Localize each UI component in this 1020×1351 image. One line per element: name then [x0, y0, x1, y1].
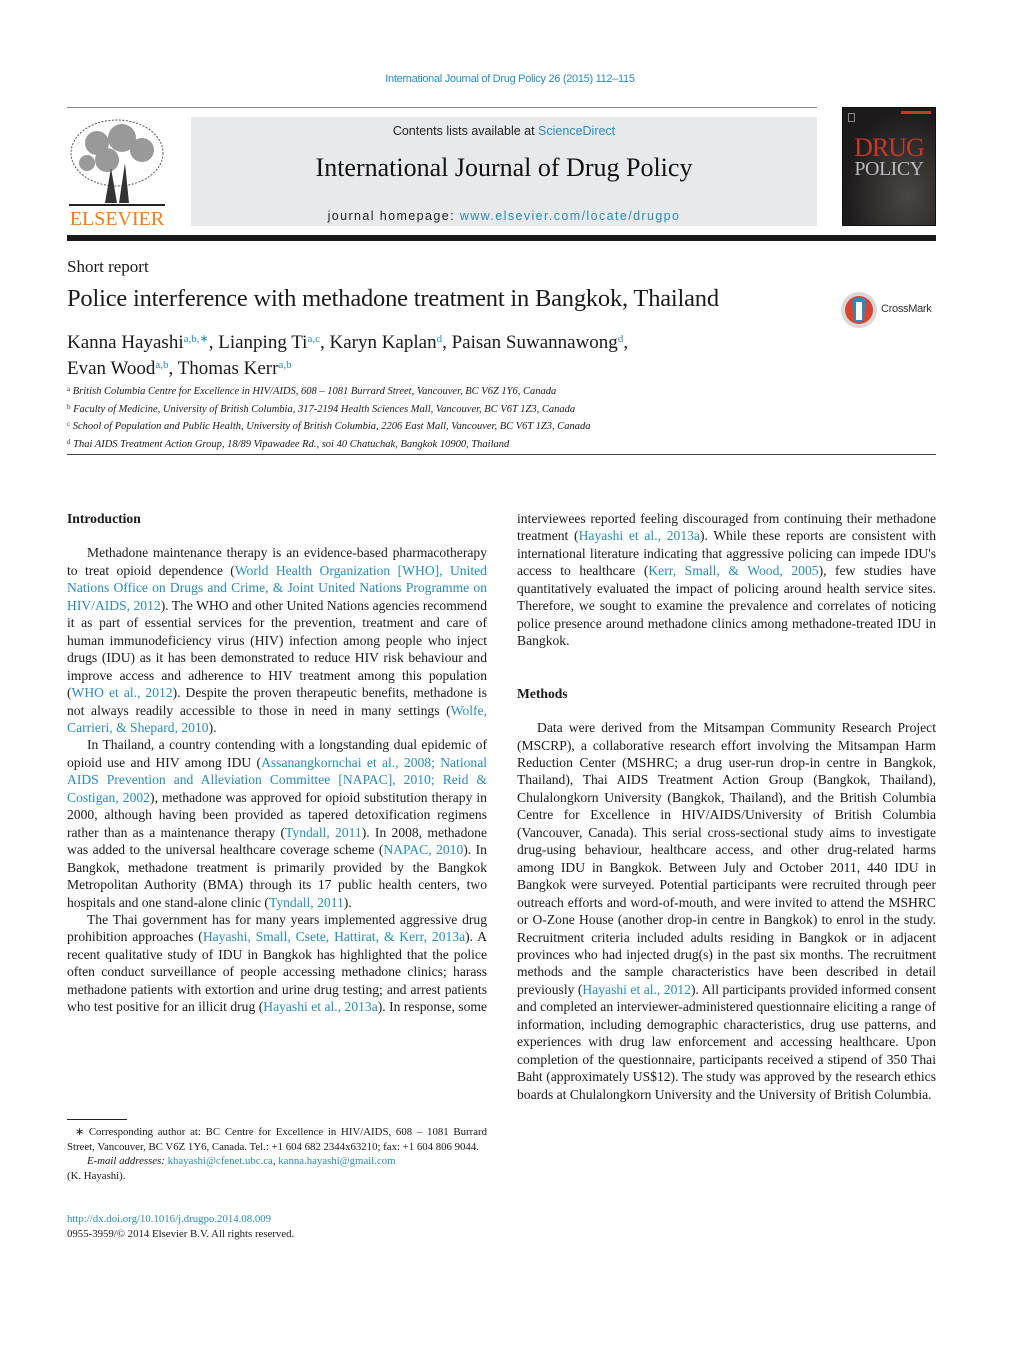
separator: ,	[168, 358, 178, 379]
author-name: Kanna Hayashi	[67, 332, 184, 353]
separator: ,	[442, 332, 452, 353]
homepage-line: journal homepage: www.elsevier.com/locat…	[191, 209, 817, 223]
footnote: ∗ Corresponding author at: BC Centre for…	[67, 1125, 487, 1183]
text-run: ).	[343, 894, 352, 910]
paragraph: The Thai government has for many years i…	[67, 911, 487, 1016]
divider	[67, 107, 817, 108]
crossmark-label: CrossMark	[881, 303, 932, 315]
citation-link[interactable]: NAPAC, 2010	[383, 842, 463, 857]
author-name: Lianping Ti	[218, 332, 308, 353]
contents-label: Contents lists available at	[392, 124, 539, 138]
elsevier-wordmark: ELSEVIER	[70, 208, 165, 228]
citation-link[interactable]: Hayashi et al., 2013a	[263, 999, 378, 1014]
journal-cover[interactable]: DRUG POLICY	[842, 107, 936, 226]
citation-link[interactable]: Hayashi et al., 2012	[582, 982, 691, 997]
author-list: Kanna Hayashia,b,∗, Lianping Tia,c, Kary…	[67, 328, 827, 380]
doi-block: http://dx.doi.org/10.1016/j.drugpo.2014.…	[67, 1212, 294, 1241]
cover-title-policy: POLICY	[854, 158, 924, 180]
paragraph: interviewees reported feeling discourage…	[517, 510, 936, 650]
divider	[67, 454, 936, 455]
author-affiliation-marks[interactable]: a,b	[278, 359, 291, 371]
cover-stripe	[901, 111, 931, 114]
affiliation: d Thai AIDS Treatment Action Group, 18/8…	[67, 435, 591, 453]
author-affiliation-marks[interactable]: a,c	[307, 333, 320, 345]
text-run: ).	[208, 719, 217, 735]
email-link[interactable]: kanna.hayashi@gmail.com	[278, 1155, 395, 1167]
affiliation-text: British Columbia Centre for Excellence i…	[72, 386, 557, 397]
journal-banner: Contents lists available at ScienceDirec…	[191, 117, 817, 226]
author-affiliation-marks[interactable]: a,b,∗	[184, 333, 209, 345]
email-link[interactable]: khayashi@cfenet.ubc.ca	[168, 1155, 273, 1167]
affiliations: a British Columbia Centre for Excellence…	[67, 382, 591, 452]
affiliation: b Faculty of Medicine, University of Bri…	[67, 400, 591, 418]
affiliation-text: Thai AIDS Treatment Action Group, 18/89 …	[73, 438, 510, 450]
affiliation-key: a	[67, 385, 71, 393]
email-owner: (K. Hayashi).	[67, 1169, 126, 1182]
email-label: E-mail addresses:	[87, 1155, 168, 1167]
section-heading-methods: Methods	[517, 685, 568, 701]
crossmark-icon	[841, 292, 877, 328]
section-heading-introduction: Introduction	[67, 511, 141, 526]
affiliation-text: Faculty of Medicine, University of Briti…	[73, 403, 576, 415]
left-column: Introduction Methadone maintenance thera…	[67, 510, 487, 1016]
author-name: Thomas Kerr	[177, 358, 279, 379]
cover-title-drug: DRUG	[854, 133, 925, 162]
homepage-link[interactable]: www.elsevier.com/locate/drugpo	[460, 209, 681, 223]
citation-link[interactable]: Hayashi et al., 2013a	[579, 528, 700, 543]
citation-link[interactable]: Tyndall, 2011	[285, 825, 362, 840]
affiliation-key: d	[67, 437, 71, 446]
affiliation-key: c	[67, 420, 71, 428]
header-rule	[67, 235, 936, 241]
citation-link[interactable]: Kerr, Small, & Wood, 2005	[648, 563, 818, 578]
doi-link[interactable]: http://dx.doi.org/10.1016/j.drugpo.2014.…	[67, 1212, 294, 1227]
affiliation: c School of Population and Public Health…	[67, 417, 591, 435]
journal-citation[interactable]: International Journal of Drug Policy 26 …	[0, 73, 1020, 85]
text-run: ). All participants provided informed co…	[517, 981, 936, 1102]
journal-title: International Journal of Drug Policy	[315, 153, 693, 182]
article-title: Police interference with methadone treat…	[67, 285, 719, 312]
separator: ,	[623, 332, 629, 353]
text-run: Data were derived from the Mitsampan Com…	[517, 720, 936, 997]
author-name: Evan Wood	[67, 358, 156, 379]
text-run: ). In response, some	[377, 999, 487, 1015]
elsevier-logo[interactable]: ELSEVIER	[67, 118, 167, 230]
citation-link[interactable]: WHO et al., 2012	[72, 685, 173, 700]
author-name: Karyn Kaplan	[329, 332, 437, 353]
elsevier-tree-icon: ELSEVIER	[69, 119, 165, 230]
affiliation: a British Columbia Centre for Excellence…	[67, 382, 591, 400]
right-column: interviewees reported feeling discourage…	[517, 510, 936, 1103]
homepage-label: journal homepage:	[327, 209, 460, 223]
paragraph: Methadone maintenance therapy is an evid…	[67, 544, 487, 736]
separator: ,	[208, 332, 219, 353]
affiliation-text: School of Population and Public Health, …	[72, 421, 591, 432]
paragraph: In Thailand, a country contending with a…	[67, 736, 487, 911]
citation-link[interactable]: Tyndall, 2011	[269, 895, 344, 910]
footnote-rule	[67, 1119, 127, 1120]
contents-line: Contents lists available at ScienceDirec…	[191, 124, 817, 138]
sciencedirect-link[interactable]: ScienceDirect	[538, 124, 615, 138]
copyright: 0955-3959/© 2014 Elsevier B.V. All right…	[67, 1227, 295, 1240]
author-name: Paisan Suwannawong	[451, 332, 618, 353]
publisher-mark-icon	[848, 113, 855, 122]
email-line: E-mail addresses: khayashi@cfenet.ubc.ca…	[67, 1154, 487, 1169]
corresponding-author-note: ∗ Corresponding author at: BC Centre for…	[67, 1126, 487, 1153]
author-affiliation-marks[interactable]: a,b	[155, 359, 168, 371]
affiliation-key: b	[67, 402, 71, 411]
citation-link[interactable]: Hayashi, Small, Csete, Hattirat, & Kerr,…	[203, 929, 465, 944]
article-type: Short report	[67, 257, 149, 276]
paragraph: Data were derived from the Mitsampan Com…	[517, 719, 936, 1103]
crossmark-button[interactable]: CrossMark	[840, 290, 940, 330]
